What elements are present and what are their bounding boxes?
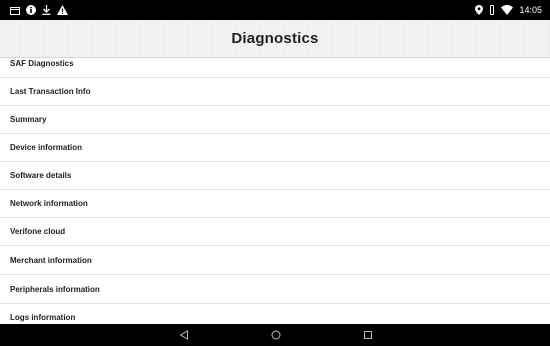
warning-icon [57, 5, 68, 15]
menu-item-saf-diagnostics[interactable]: SAF Diagnostics [0, 58, 550, 78]
menu-item-label: Merchant information [10, 256, 92, 265]
menu-item-merchant-information[interactable]: Merchant information [0, 247, 550, 275]
menu-item-software-details[interactable]: Software details [0, 162, 550, 190]
menu-item-label: Device information [10, 143, 83, 152]
menu-item-device-information[interactable]: Device information [0, 134, 550, 162]
location-icon [475, 5, 484, 15]
menu-item-summary[interactable]: Summary [0, 106, 550, 134]
menu-item-label: Last Transaction Info [10, 87, 91, 96]
menu-item-label: SAF Diagnostics [10, 59, 74, 68]
status-time: 14:05 [519, 5, 542, 15]
wifi-icon [501, 5, 514, 15]
menu-item-last-transaction-info[interactable]: Last Transaction Info [0, 78, 550, 106]
calendar-icon [10, 6, 20, 15]
status-right-icons: 14:05 [475, 5, 542, 15]
back-icon[interactable] [178, 329, 190, 341]
menu-item-network-information[interactable]: Network information [0, 190, 550, 218]
diagnostics-menu-list[interactable]: SAF Diagnostics Last Transaction Info Su… [0, 58, 550, 324]
vibrate-icon [489, 5, 495, 15]
recents-icon[interactable] [362, 329, 374, 341]
app-bar: Diagnostics [0, 20, 550, 58]
home-icon[interactable] [270, 329, 282, 341]
menu-item-peripherals-information[interactable]: Peripherals information [0, 276, 550, 304]
status-left-icons [10, 5, 68, 15]
menu-item-label: Peripherals information [10, 285, 100, 294]
menu-item-label: Software details [10, 171, 72, 180]
menu-item-logs-information[interactable]: Logs information [0, 304, 550, 324]
info-icon [26, 5, 36, 15]
navigation-bar [0, 324, 550, 346]
menu-item-verifone-cloud[interactable]: Verifone cloud [0, 218, 550, 246]
download-icon [42, 5, 51, 15]
menu-item-label: Network information [10, 199, 88, 208]
menu-item-label: Logs information [10, 313, 76, 322]
status-bar: 14:05 [0, 0, 550, 20]
menu-item-label: Summary [10, 115, 47, 124]
menu-item-label: Verifone cloud [10, 227, 66, 236]
page-title: Diagnostics [231, 30, 319, 47]
